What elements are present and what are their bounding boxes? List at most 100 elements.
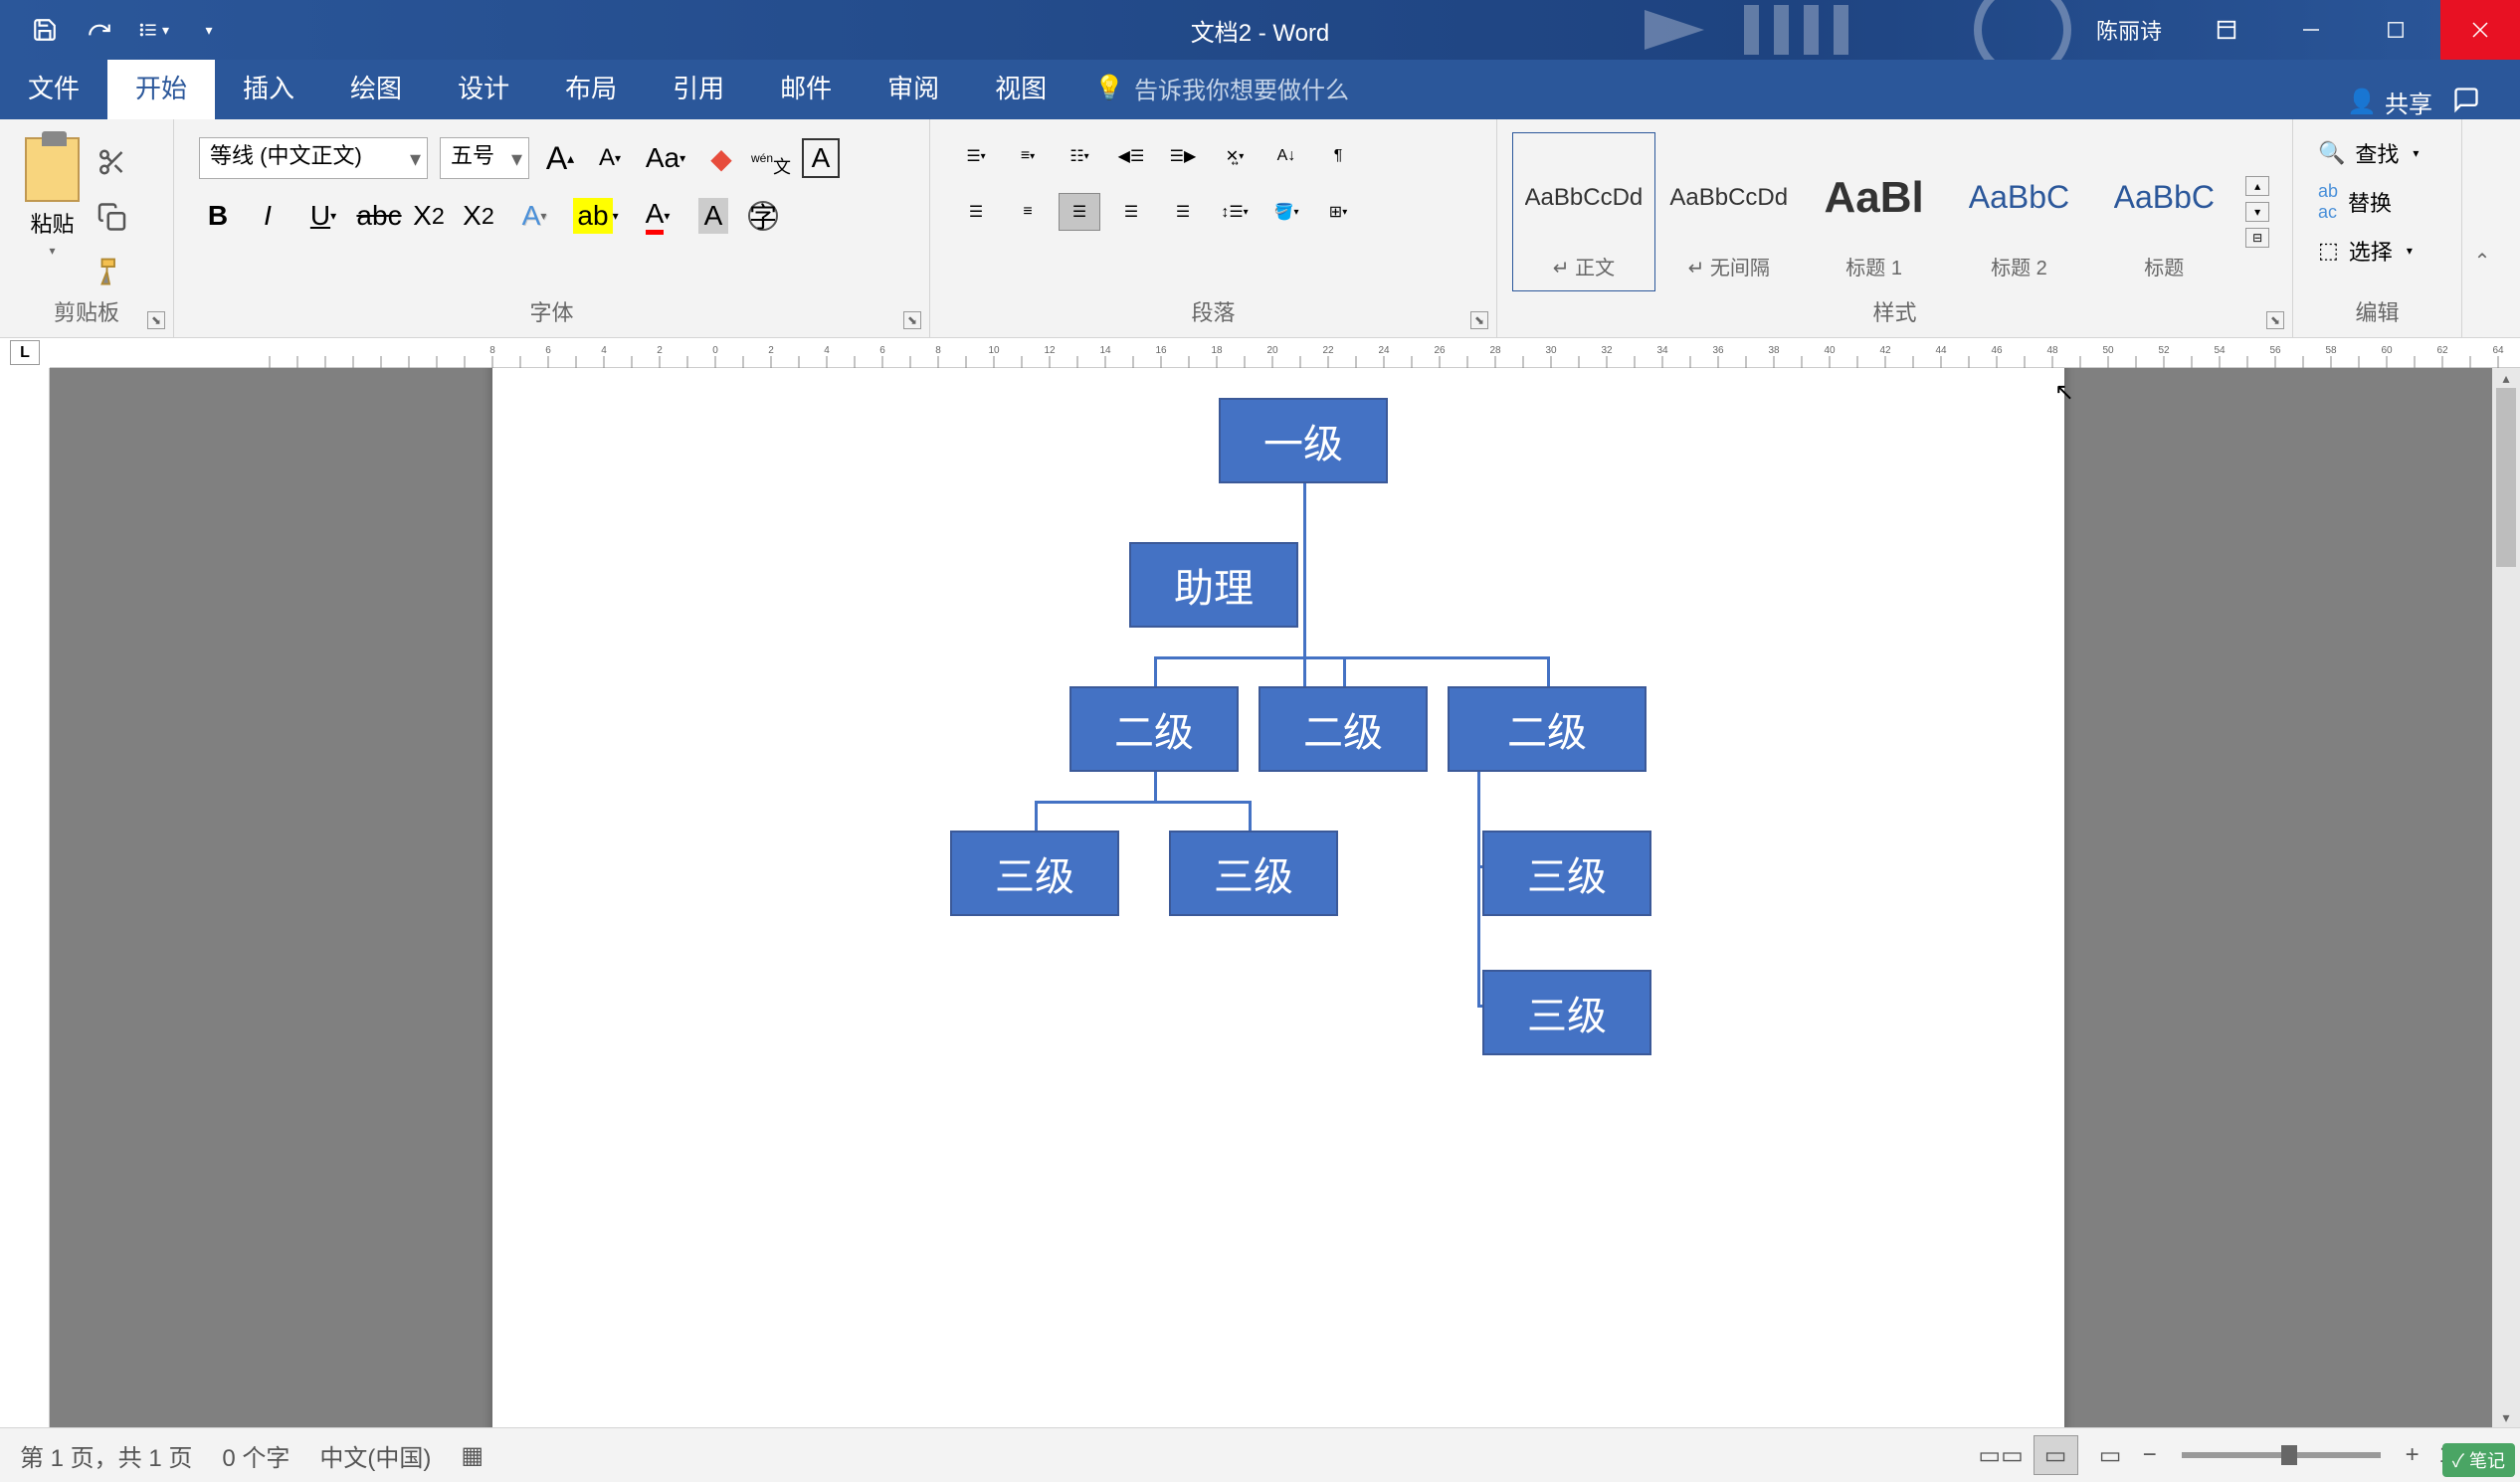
org-node-l2b[interactable]: 二级 <box>1259 686 1428 772</box>
text-direction-button[interactable]: ✕͍▾ <box>1214 137 1256 175</box>
clipboard-launcher[interactable]: ⬊ <box>147 311 165 329</box>
minimize-button[interactable] <box>2271 0 2351 60</box>
underline-button[interactable]: U▾ <box>298 197 348 235</box>
style-item-↵ 正文[interactable]: AaBbCcDd↵ 正文 <box>1512 132 1655 291</box>
style-item-标题 1[interactable]: AaBl标题 1 <box>1803 132 1946 291</box>
scroll-up-icon[interactable]: ▴ <box>2492 368 2520 388</box>
subscript-button[interactable]: X2 <box>410 197 448 235</box>
scroll-thumb[interactable] <box>2496 388 2516 567</box>
macro-indicator[interactable]: ▦ <box>461 1441 484 1470</box>
shading-button[interactable]: 🪣▾ <box>1265 193 1307 231</box>
paste-button[interactable]: 粘贴 ▾ <box>25 137 80 258</box>
italic-button[interactable]: I <box>249 197 287 235</box>
language-indicator[interactable]: 中文(中国) <box>319 1438 431 1473</box>
tab-file[interactable]: 文件 <box>0 55 107 119</box>
increase-indent-button[interactable]: ☰▶ <box>1162 137 1204 175</box>
zoom-slider[interactable] <box>2182 1452 2381 1458</box>
sort-button[interactable]: A↓ <box>1265 137 1307 175</box>
char-shading-button[interactable]: A <box>694 197 732 235</box>
styles-more-button[interactable]: ▴▾⊟ <box>2237 132 2277 291</box>
numbering-button[interactable]: ≡▾ <box>1007 137 1049 175</box>
zoom-out-button[interactable]: − <box>2143 1441 2157 1469</box>
qat-customize[interactable]: ▾ <box>194 15 224 45</box>
list-button[interactable]: ▾ <box>139 15 169 45</box>
zoom-in-button[interactable]: + <box>2406 1441 2420 1469</box>
ruler-horizontal[interactable]: 8642024681012141618202224262830323436384… <box>50 338 2520 368</box>
tab-review[interactable]: 审阅 <box>860 55 967 119</box>
borders-button[interactable]: ⊞▾ <box>1317 193 1359 231</box>
maximize-button[interactable] <box>2356 0 2435 60</box>
font-color-button[interactable]: A▾ <box>633 197 682 235</box>
scroll-down-icon[interactable]: ▾ <box>2492 1407 2520 1427</box>
style-item-标题 2[interactable]: AaBbC标题 2 <box>1948 132 2091 291</box>
replace-button[interactable]: abac替换 <box>2318 181 2436 223</box>
web-layout-button[interactable]: ▭ <box>2088 1435 2133 1475</box>
bullets-button[interactable]: ☰▾ <box>955 137 997 175</box>
org-node-asst[interactable]: 助理 <box>1129 542 1298 628</box>
clear-format-button[interactable]: ◆ <box>702 139 740 177</box>
font-launcher[interactable]: ⬊ <box>903 311 921 329</box>
superscript-button[interactable]: X2 <box>460 197 497 235</box>
share-button[interactable]: 👤共享 <box>2347 85 2432 119</box>
org-node-l3b[interactable]: 三级 <box>1169 831 1338 916</box>
ruler-vertical[interactable] <box>20 368 50 1427</box>
collapse-ribbon-button[interactable]: ⌃ <box>2462 119 2502 337</box>
char-border-button[interactable]: A <box>802 139 840 177</box>
select-button[interactable]: ⬚选择▾ <box>2318 235 2436 267</box>
change-case-button[interactable]: Aa▾ <box>641 139 690 177</box>
enclose-char-button[interactable]: 字 <box>744 197 782 235</box>
grow-font-button[interactable]: A▴ <box>541 139 579 177</box>
distributed-button[interactable]: ☰ <box>1162 193 1204 231</box>
org-node-l2a[interactable]: 二级 <box>1069 686 1239 772</box>
strikethrough-button[interactable]: abc <box>360 197 398 235</box>
align-center-button[interactable]: ≡ <box>1007 193 1049 231</box>
multilevel-button[interactable]: ☷▾ <box>1059 137 1100 175</box>
org-node-l1[interactable]: 一级 <box>1219 398 1388 483</box>
format-painter-button[interactable] <box>95 257 129 291</box>
close-button[interactable] <box>2440 0 2520 60</box>
tell-me-search[interactable]: 💡告诉我你想要做什么 <box>1074 57 1369 119</box>
org-node-l3d[interactable]: 三级 <box>1482 970 1651 1055</box>
page-indicator[interactable]: 第 1 页，共 1 页 <box>20 1438 192 1473</box>
comments-button[interactable] <box>2452 86 2480 118</box>
decrease-indent-button[interactable]: ◀☰ <box>1110 137 1152 175</box>
text-effects-button[interactable]: A▾ <box>509 197 559 235</box>
tab-layout[interactable]: 布局 <box>537 55 645 119</box>
style-item-标题[interactable]: AaBbC标题 <box>2092 132 2235 291</box>
tab-references[interactable]: 引用 <box>645 55 752 119</box>
ribbon-display-button[interactable] <box>2187 0 2266 60</box>
paragraph-launcher[interactable]: ⬊ <box>1470 311 1488 329</box>
save-button[interactable] <box>30 15 60 45</box>
align-left-button[interactable]: ☰ <box>955 193 997 231</box>
tab-insert[interactable]: 插入 <box>215 55 322 119</box>
bold-button[interactable]: B <box>199 197 237 235</box>
styles-launcher[interactable]: ⬊ <box>2266 311 2284 329</box>
ruler-corner[interactable]: L <box>10 340 40 365</box>
justify-button[interactable]: ☰ <box>1110 193 1152 231</box>
read-mode-button[interactable]: ▭▭ <box>1979 1435 2024 1475</box>
redo-button[interactable] <box>85 15 114 45</box>
style-item-↵ 无间隔[interactable]: AaBbCcDd↵ 无间隔 <box>1657 132 1801 291</box>
tab-mail[interactable]: 邮件 <box>752 55 860 119</box>
tab-view[interactable]: 视图 <box>967 55 1074 119</box>
tab-design[interactable]: 设计 <box>430 55 537 119</box>
word-count[interactable]: 0 个字 <box>222 1438 290 1473</box>
print-layout-button[interactable]: ▭ <box>2034 1435 2078 1475</box>
line-spacing-button[interactable]: ↕☰▾ <box>1214 193 1256 231</box>
copy-button[interactable] <box>95 202 129 237</box>
org-node-l3a[interactable]: 三级 <box>950 831 1119 916</box>
shrink-font-button[interactable]: A▾ <box>591 139 629 177</box>
cut-button[interactable] <box>95 147 129 182</box>
font-name-combo[interactable]: 等线 (中文正文) <box>199 137 428 179</box>
page[interactable]: 一级助理二级二级二级三级三级三级三级 ↖ <box>492 368 2064 1427</box>
highlight-button[interactable]: ab▾ <box>571 197 621 235</box>
scrollbar-vertical[interactable]: ▴ ▾ <box>2492 368 2520 1427</box>
align-right-button[interactable]: ☰ <box>1059 193 1100 231</box>
tab-home[interactable]: 开始 <box>107 55 215 119</box>
font-size-combo[interactable]: 五号 <box>440 137 529 179</box>
tab-draw[interactable]: 绘图 <box>322 55 430 119</box>
phonetic-button[interactable]: wén文 <box>752 139 790 177</box>
org-node-l2c[interactable]: 二级 <box>1448 686 1647 772</box>
find-button[interactable]: 🔍查找▾ <box>2318 137 2436 169</box>
show-marks-button[interactable]: ¶ <box>1317 137 1359 175</box>
